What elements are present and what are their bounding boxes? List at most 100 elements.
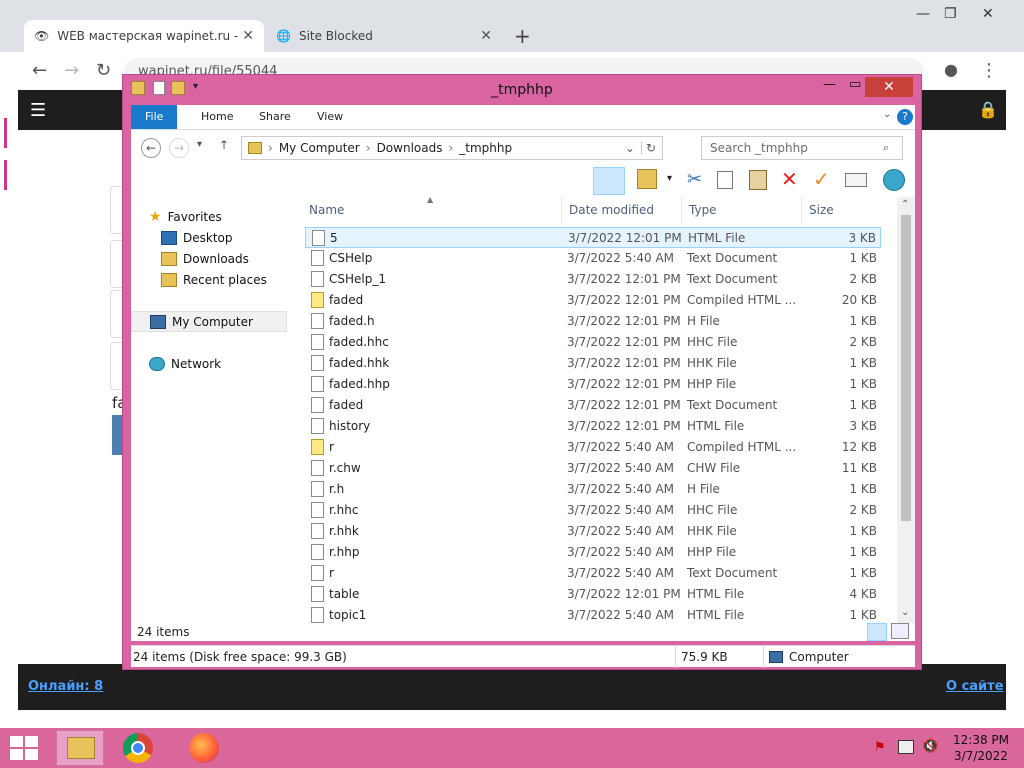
minimize-icon[interactable]: — bbox=[916, 6, 930, 22]
file-row[interactable]: faded 3/7/2022 12:01 PM Compiled HTML ... 2… bbox=[305, 290, 881, 311]
file-row[interactable]: r.h 3/7/2022 5:40 AM H File 1 KB bbox=[305, 479, 881, 500]
system-clock[interactable]: 12:38 PM 3/7/2022 bbox=[946, 732, 1016, 764]
file-row[interactable]: r.chw 3/7/2022 5:40 AM CHW File 11 KB bbox=[305, 458, 881, 479]
scroll-up-icon[interactable]: ⌃ bbox=[901, 199, 909, 210]
details-view-icon[interactable] bbox=[867, 623, 887, 641]
nav-my-computer[interactable]: My Computer bbox=[131, 311, 287, 332]
ribbon-tab-share[interactable]: Share bbox=[245, 105, 305, 129]
breadcrumb-tmphhp[interactable]: _tmphhp bbox=[459, 141, 512, 155]
ribbon-tab-home[interactable]: Home bbox=[187, 105, 247, 129]
column-header-name[interactable]: Name bbox=[309, 203, 344, 219]
rename-icon[interactable] bbox=[845, 173, 867, 187]
file-explorer-taskbar-button[interactable] bbox=[56, 730, 104, 766]
search-input[interactable]: Search _tmphhp bbox=[701, 136, 903, 160]
column-header-row: Name ▲ Date modified Type Size bbox=[303, 197, 887, 225]
file-row[interactable]: faded.hhc 3/7/2022 12:01 PM HHC File 2 KB bbox=[305, 332, 881, 353]
nav-favorites[interactable]: ★ Favorites bbox=[131, 206, 301, 227]
online-count-link[interactable]: Онлайн: 8 bbox=[28, 679, 103, 694]
nav-desktop[interactable]: Desktop bbox=[131, 227, 301, 248]
file-row[interactable]: r.hhk 3/7/2022 5:40 AM HHK File 1 KB bbox=[305, 521, 881, 542]
close-icon[interactable]: ✕ bbox=[982, 6, 994, 22]
windows-start-icon[interactable] bbox=[10, 736, 38, 760]
file-row[interactable]: r 3/7/2022 5:40 AM Compiled HTML ... 12 KB bbox=[305, 437, 881, 458]
chevron-right-icon[interactable]: › bbox=[448, 141, 453, 155]
browser-tab[interactable]: 🌐 Site Blocked ✕ bbox=[266, 20, 502, 52]
browser-tab-active[interactable]: 👁 WEB мастерская wapinet.ru - _tmphhp ✕ bbox=[24, 20, 264, 52]
lock-icon[interactable]: 🔒 bbox=[978, 100, 998, 119]
expand-ribbon-icon[interactable]: ⌄ bbox=[883, 109, 891, 120]
search-icon[interactable]: ⌕ bbox=[883, 141, 889, 155]
doc-icon bbox=[311, 355, 324, 371]
column-header-size[interactable]: Size bbox=[809, 203, 834, 219]
column-divider[interactable] bbox=[681, 197, 682, 225]
breadcrumb-downloads[interactable]: Downloads bbox=[377, 141, 443, 155]
file-row[interactable]: r.hhp 3/7/2022 5:40 AM HHP File 1 KB bbox=[305, 542, 881, 563]
nav-downloads[interactable]: Downloads bbox=[131, 248, 301, 269]
recent-dropdown-icon[interactable]: ▾ bbox=[197, 139, 202, 150]
column-divider[interactable] bbox=[801, 197, 802, 225]
doc-icon bbox=[311, 502, 324, 518]
breadcrumb-my-computer[interactable]: My Computer bbox=[279, 141, 360, 155]
file-row[interactable]: faded.h 3/7/2022 12:01 PM H File 1 KB bbox=[305, 311, 881, 332]
file-row[interactable]: r.hhc 3/7/2022 5:40 AM HHC File 2 KB bbox=[305, 500, 881, 521]
chrome-taskbar-button[interactable] bbox=[114, 730, 162, 766]
file-row[interactable]: CSHelp 3/7/2022 5:40 AM Text Document 1 KB bbox=[305, 248, 881, 269]
scroll-down-icon[interactable]: ⌄ bbox=[901, 607, 909, 618]
copy-icon[interactable] bbox=[717, 171, 733, 189]
close-button[interactable]: ✕ bbox=[865, 77, 913, 97]
file-row[interactable]: topic1 3/7/2022 5:40 AM HTML File 1 KB bbox=[305, 605, 881, 623]
forward-icon[interactable]: → bbox=[169, 138, 189, 158]
reload-icon[interactable]: ↻ bbox=[96, 60, 111, 81]
ribbon-tab-view[interactable]: View bbox=[303, 105, 357, 129]
firefox-taskbar-button[interactable] bbox=[180, 730, 228, 766]
up-icon[interactable]: ↑ bbox=[219, 138, 229, 152]
file-row[interactable]: r 3/7/2022 5:40 AM Text Document 1 KB bbox=[305, 563, 881, 584]
paste-icon[interactable] bbox=[749, 170, 767, 190]
menu-icon[interactable]: ⋮ bbox=[980, 60, 998, 81]
chevron-right-icon[interactable]: › bbox=[268, 141, 273, 155]
refresh-icon[interactable]: ↻ bbox=[640, 141, 656, 155]
column-header-type[interactable]: Type bbox=[689, 203, 717, 219]
restore-icon[interactable]: ❐ bbox=[944, 6, 957, 22]
breadcrumb[interactable]: › My Computer › Downloads › _tmphhp ⌄ ↻ bbox=[241, 136, 663, 160]
close-tab-icon[interactable]: ✕ bbox=[480, 28, 492, 44]
organize-dropdown-icon[interactable]: ▾ bbox=[667, 173, 672, 184]
scrollbar-thumb[interactable] bbox=[901, 215, 911, 521]
organize-icon[interactable] bbox=[637, 169, 657, 189]
ribbon-tab-file[interactable]: File bbox=[131, 105, 178, 129]
delete-icon[interactable]: ✕ bbox=[781, 167, 798, 191]
maximize-icon[interactable]: ▭ bbox=[849, 77, 861, 92]
forward-icon[interactable]: → bbox=[64, 60, 79, 81]
preview-pane-icon[interactable] bbox=[593, 167, 625, 195]
large-icons-view-icon[interactable] bbox=[891, 623, 909, 639]
nav-network[interactable]: Network bbox=[131, 353, 301, 374]
chevron-right-icon[interactable]: › bbox=[366, 141, 371, 155]
back-icon[interactable]: ← bbox=[141, 138, 161, 158]
chevron-down-icon[interactable]: ⌄ bbox=[625, 141, 635, 155]
column-divider[interactable] bbox=[561, 197, 562, 225]
action-center-flag-icon[interactable]: ⚑ bbox=[874, 740, 886, 755]
globe-icon[interactable] bbox=[883, 169, 905, 191]
volume-muted-icon[interactable]: 🔇 bbox=[922, 739, 938, 754]
about-link[interactable]: О сайте bbox=[946, 679, 1004, 694]
nav-recent-places[interactable]: Recent places bbox=[131, 269, 301, 290]
minimize-icon[interactable]: — bbox=[823, 77, 836, 92]
file-row[interactable]: table 3/7/2022 12:01 PM HTML File 4 KB bbox=[305, 584, 881, 605]
profile-icon[interactable]: ● bbox=[944, 60, 958, 79]
column-header-date[interactable]: Date modified bbox=[569, 203, 654, 219]
file-row[interactable]: 5 3/7/2022 12:01 PM HTML File 3 KB bbox=[305, 227, 881, 248]
cut-icon[interactable]: ✂ bbox=[687, 169, 702, 190]
hamburger-icon[interactable]: ☰ bbox=[30, 100, 46, 121]
file-row[interactable]: CSHelp_1 3/7/2022 12:01 PM Text Document 2 … bbox=[305, 269, 881, 290]
file-row[interactable]: faded 3/7/2022 12:01 PM Text Document 1 KB bbox=[305, 395, 881, 416]
back-icon[interactable]: ← bbox=[32, 60, 47, 81]
close-tab-icon[interactable]: ✕ bbox=[242, 28, 254, 44]
file-date: 3/7/2022 12:01 PM bbox=[567, 377, 681, 391]
new-tab-icon[interactable]: + bbox=[514, 24, 531, 48]
help-icon[interactable]: ? bbox=[897, 109, 913, 125]
file-row[interactable]: history 3/7/2022 12:01 PM HTML File 3 KB bbox=[305, 416, 881, 437]
checkmark-icon[interactable]: ✓ bbox=[813, 167, 830, 191]
file-row[interactable]: faded.hhp 3/7/2022 12:01 PM HHP File 1 KB bbox=[305, 374, 881, 395]
file-row[interactable]: faded.hhk 3/7/2022 12:01 PM HHK File 1 KB bbox=[305, 353, 881, 374]
network-tray-icon[interactable] bbox=[898, 740, 914, 754]
